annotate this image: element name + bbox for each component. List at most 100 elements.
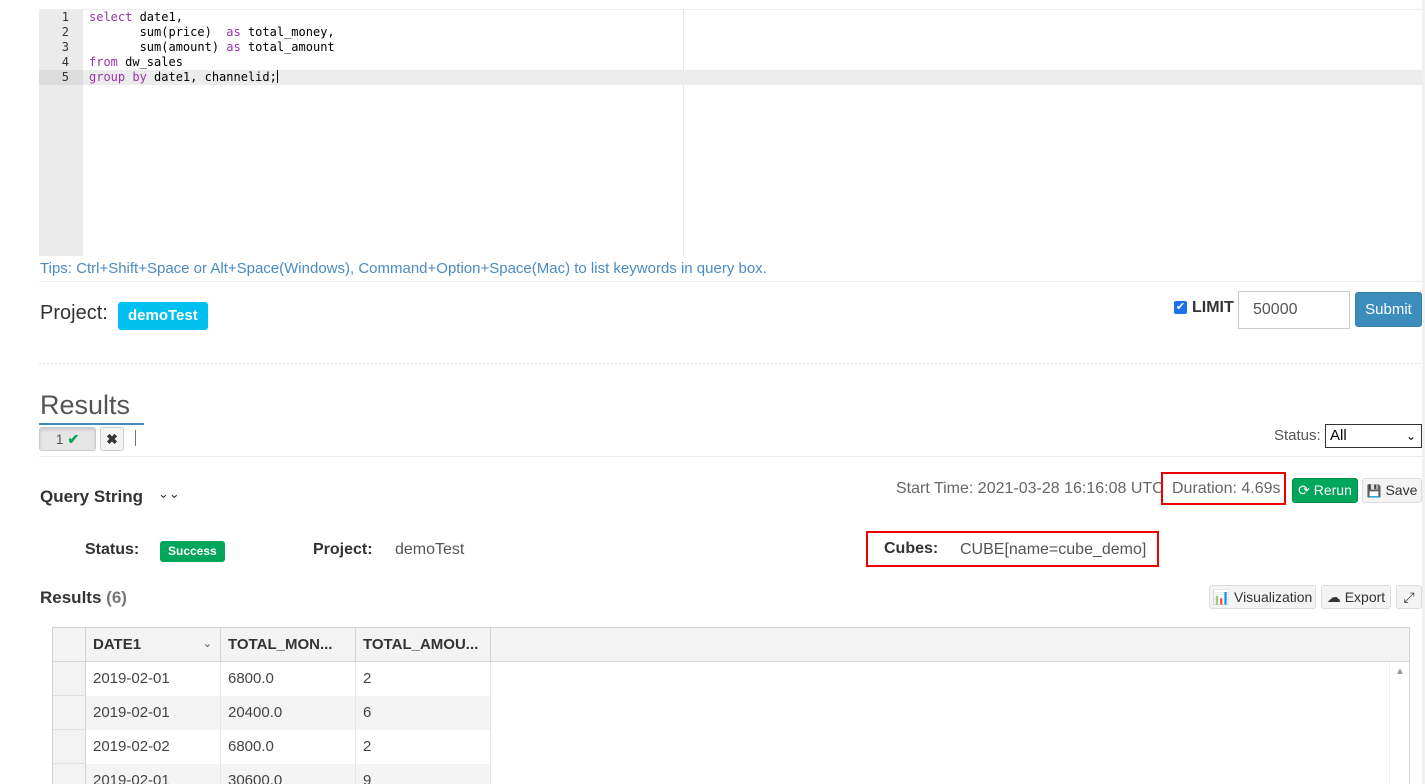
sort-icon[interactable]: ⌄ — [203, 628, 212, 661]
table-cell[interactable]: 2019-02-01 — [86, 662, 221, 696]
column-header-label: DATE1 — [93, 636, 142, 653]
dashed-divider — [39, 363, 1425, 364]
result-grid[interactable]: DATE1 ⌄ TOTAL_MON... TOTAL_AMOU... 2019-… — [52, 627, 1410, 784]
table-cell[interactable]: 6800.0 — [221, 730, 356, 764]
table-cell[interactable]: 2 — [356, 730, 491, 764]
expand-button[interactable]: ⤢ — [1396, 585, 1422, 609]
sql-text: sum(amount) — [89, 40, 227, 54]
limit-input[interactable] — [1238, 291, 1350, 329]
status-filter-value: All — [1330, 427, 1347, 444]
export-label: Export — [1344, 589, 1386, 605]
result-table-title: Results — [40, 588, 102, 607]
line-number: 1 — [61, 10, 69, 24]
table-row[interactable]: 2019-02-01 20400.0 6 — [53, 696, 491, 730]
visualization-label: Visualization — [1233, 589, 1313, 605]
column-header-total-amount[interactable]: TOTAL_AMOU... — [356, 628, 491, 662]
sql-text: dw_sales — [117, 55, 183, 69]
code-line[interactable]: sum(price) as total_money, — [89, 25, 1425, 40]
line-number: 2 — [61, 25, 69, 39]
query-string-toggle[interactable]: Query String — [40, 487, 143, 507]
bar-chart-icon: 📊 — [1212, 589, 1231, 605]
table-cell[interactable]: 6800.0 — [221, 662, 356, 696]
table-cell[interactable]: 9 — [356, 764, 491, 784]
grid-scrollbar[interactable]: ▲ — [1389, 662, 1409, 784]
result-tab-1[interactable]: 1 ✔ — [39, 427, 96, 451]
sql-text: date1, — [132, 10, 183, 24]
expand-icon: ⤢ — [1403, 589, 1415, 605]
cubes-info: Cubes: CUBE[name=cube_demo] — [866, 531, 1159, 567]
sql-text: sum(price) — [89, 25, 227, 39]
row-header[interactable] — [53, 764, 86, 784]
sql-keyword: select — [89, 10, 133, 24]
chevron-down-icon[interactable]: ⌄⌄ — [158, 486, 180, 502]
table-cell[interactable]: 30600.0 — [221, 764, 356, 784]
table-cell[interactable]: 2019-02-02 — [86, 730, 221, 764]
scroll-up-icon[interactable]: ▲ — [1395, 666, 1405, 677]
table-cell[interactable]: 20400.0 — [221, 696, 356, 730]
limit-checkbox[interactable]: ✔ — [1174, 301, 1187, 314]
rerun-button[interactable]: ⟳ Rerun — [1292, 478, 1358, 503]
table-cell[interactable]: 6 — [356, 696, 491, 730]
row-header[interactable] — [53, 696, 86, 730]
table-cell[interactable]: 2019-02-01 — [86, 764, 221, 784]
start-time: Start Time: 2021-03-28 16:16:08 UTC — [896, 480, 1164, 497]
save-button[interactable]: 💾 Save — [1362, 478, 1422, 503]
close-icon: ✖ — [106, 431, 118, 447]
save-icon: 💾 — [1366, 484, 1382, 498]
submit-button[interactable]: Submit — [1355, 292, 1422, 327]
code-line[interactable]: sum(amount) as total_amount — [89, 40, 1425, 55]
refresh-icon: ⟳ — [1298, 482, 1310, 498]
status-badge: Success — [160, 541, 225, 562]
row-header[interactable] — [53, 662, 86, 696]
row-header[interactable] — [53, 730, 86, 764]
query-status-label: Status: — [85, 541, 140, 558]
table-cell[interactable]: 2019-02-01 — [86, 696, 221, 730]
code-line[interactable]: group by date1, channelid; — [83, 70, 1425, 85]
status-filter-select[interactable]: All ⌄ — [1325, 424, 1422, 448]
sql-text: date1, channelid; — [146, 70, 277, 84]
export-button[interactable]: ☁ Export — [1321, 585, 1391, 609]
code-line[interactable]: select date1, — [89, 10, 1425, 25]
line-number: 3 — [61, 40, 69, 54]
column-header-label: TOTAL_AMOU... — [363, 636, 479, 653]
result-table-label: Results (6) — [40, 588, 127, 608]
table-cell[interactable]: 2 — [356, 662, 491, 696]
visualization-button[interactable]: 📊 Visualization — [1209, 585, 1316, 609]
column-header-label: TOTAL_MON... — [228, 636, 333, 653]
table-row[interactable]: 2019-02-01 30600.0 9 — [53, 764, 491, 784]
limit-label: LIMIT — [1192, 299, 1234, 316]
results-title-underline — [39, 423, 144, 425]
query-project-value: demoTest — [395, 541, 465, 558]
close-tab-button[interactable]: ✖ — [100, 427, 124, 451]
result-tab-label: 1 — [55, 431, 64, 447]
save-label: Save — [1385, 482, 1418, 498]
cubes-label: Cubes: — [884, 540, 939, 557]
column-header-date1[interactable]: DATE1 ⌄ — [86, 628, 221, 662]
sql-text: total_amount — [240, 40, 335, 54]
sql-keyword: as — [226, 25, 241, 39]
chevron-down-icon: ⌄ — [1405, 429, 1416, 443]
sql-editor[interactable]: 12345 select date1, sum(price) as total_… — [39, 9, 1425, 256]
line-number: 5 — [39, 70, 83, 85]
row-header-corner — [53, 628, 86, 662]
project-badge: demoTest — [118, 302, 208, 330]
code-line[interactable]: from dw_sales — [89, 55, 1425, 70]
editor-tips: Tips: Ctrl+Shift+Space or Alt+Space(Wind… — [40, 260, 767, 277]
sql-keyword: as — [226, 40, 241, 54]
divider — [39, 456, 1425, 457]
result-count: (6) — [106, 588, 127, 607]
editor-code[interactable]: select date1, sum(price) as total_money,… — [83, 10, 1425, 85]
editor-gutter: 12345 — [39, 10, 83, 256]
line-number: 4 — [61, 55, 69, 69]
sql-keyword: from — [89, 55, 118, 69]
cubes-value: CUBE[name=cube_demo] — [960, 541, 1147, 558]
grid-header: DATE1 ⌄ TOTAL_MON... TOTAL_AMOU... — [53, 628, 1409, 662]
query-project-label: Project: — [313, 541, 373, 558]
cloud-download-icon: ☁ — [1326, 589, 1341, 605]
table-row[interactable]: 2019-02-01 6800.0 2 — [53, 662, 491, 696]
table-row[interactable]: 2019-02-02 6800.0 2 — [53, 730, 491, 764]
rerun-label: Rerun — [1313, 482, 1352, 498]
column-header-total-money[interactable]: TOTAL_MON... — [221, 628, 356, 662]
divider — [39, 281, 1425, 282]
tab-caret — [135, 430, 136, 446]
